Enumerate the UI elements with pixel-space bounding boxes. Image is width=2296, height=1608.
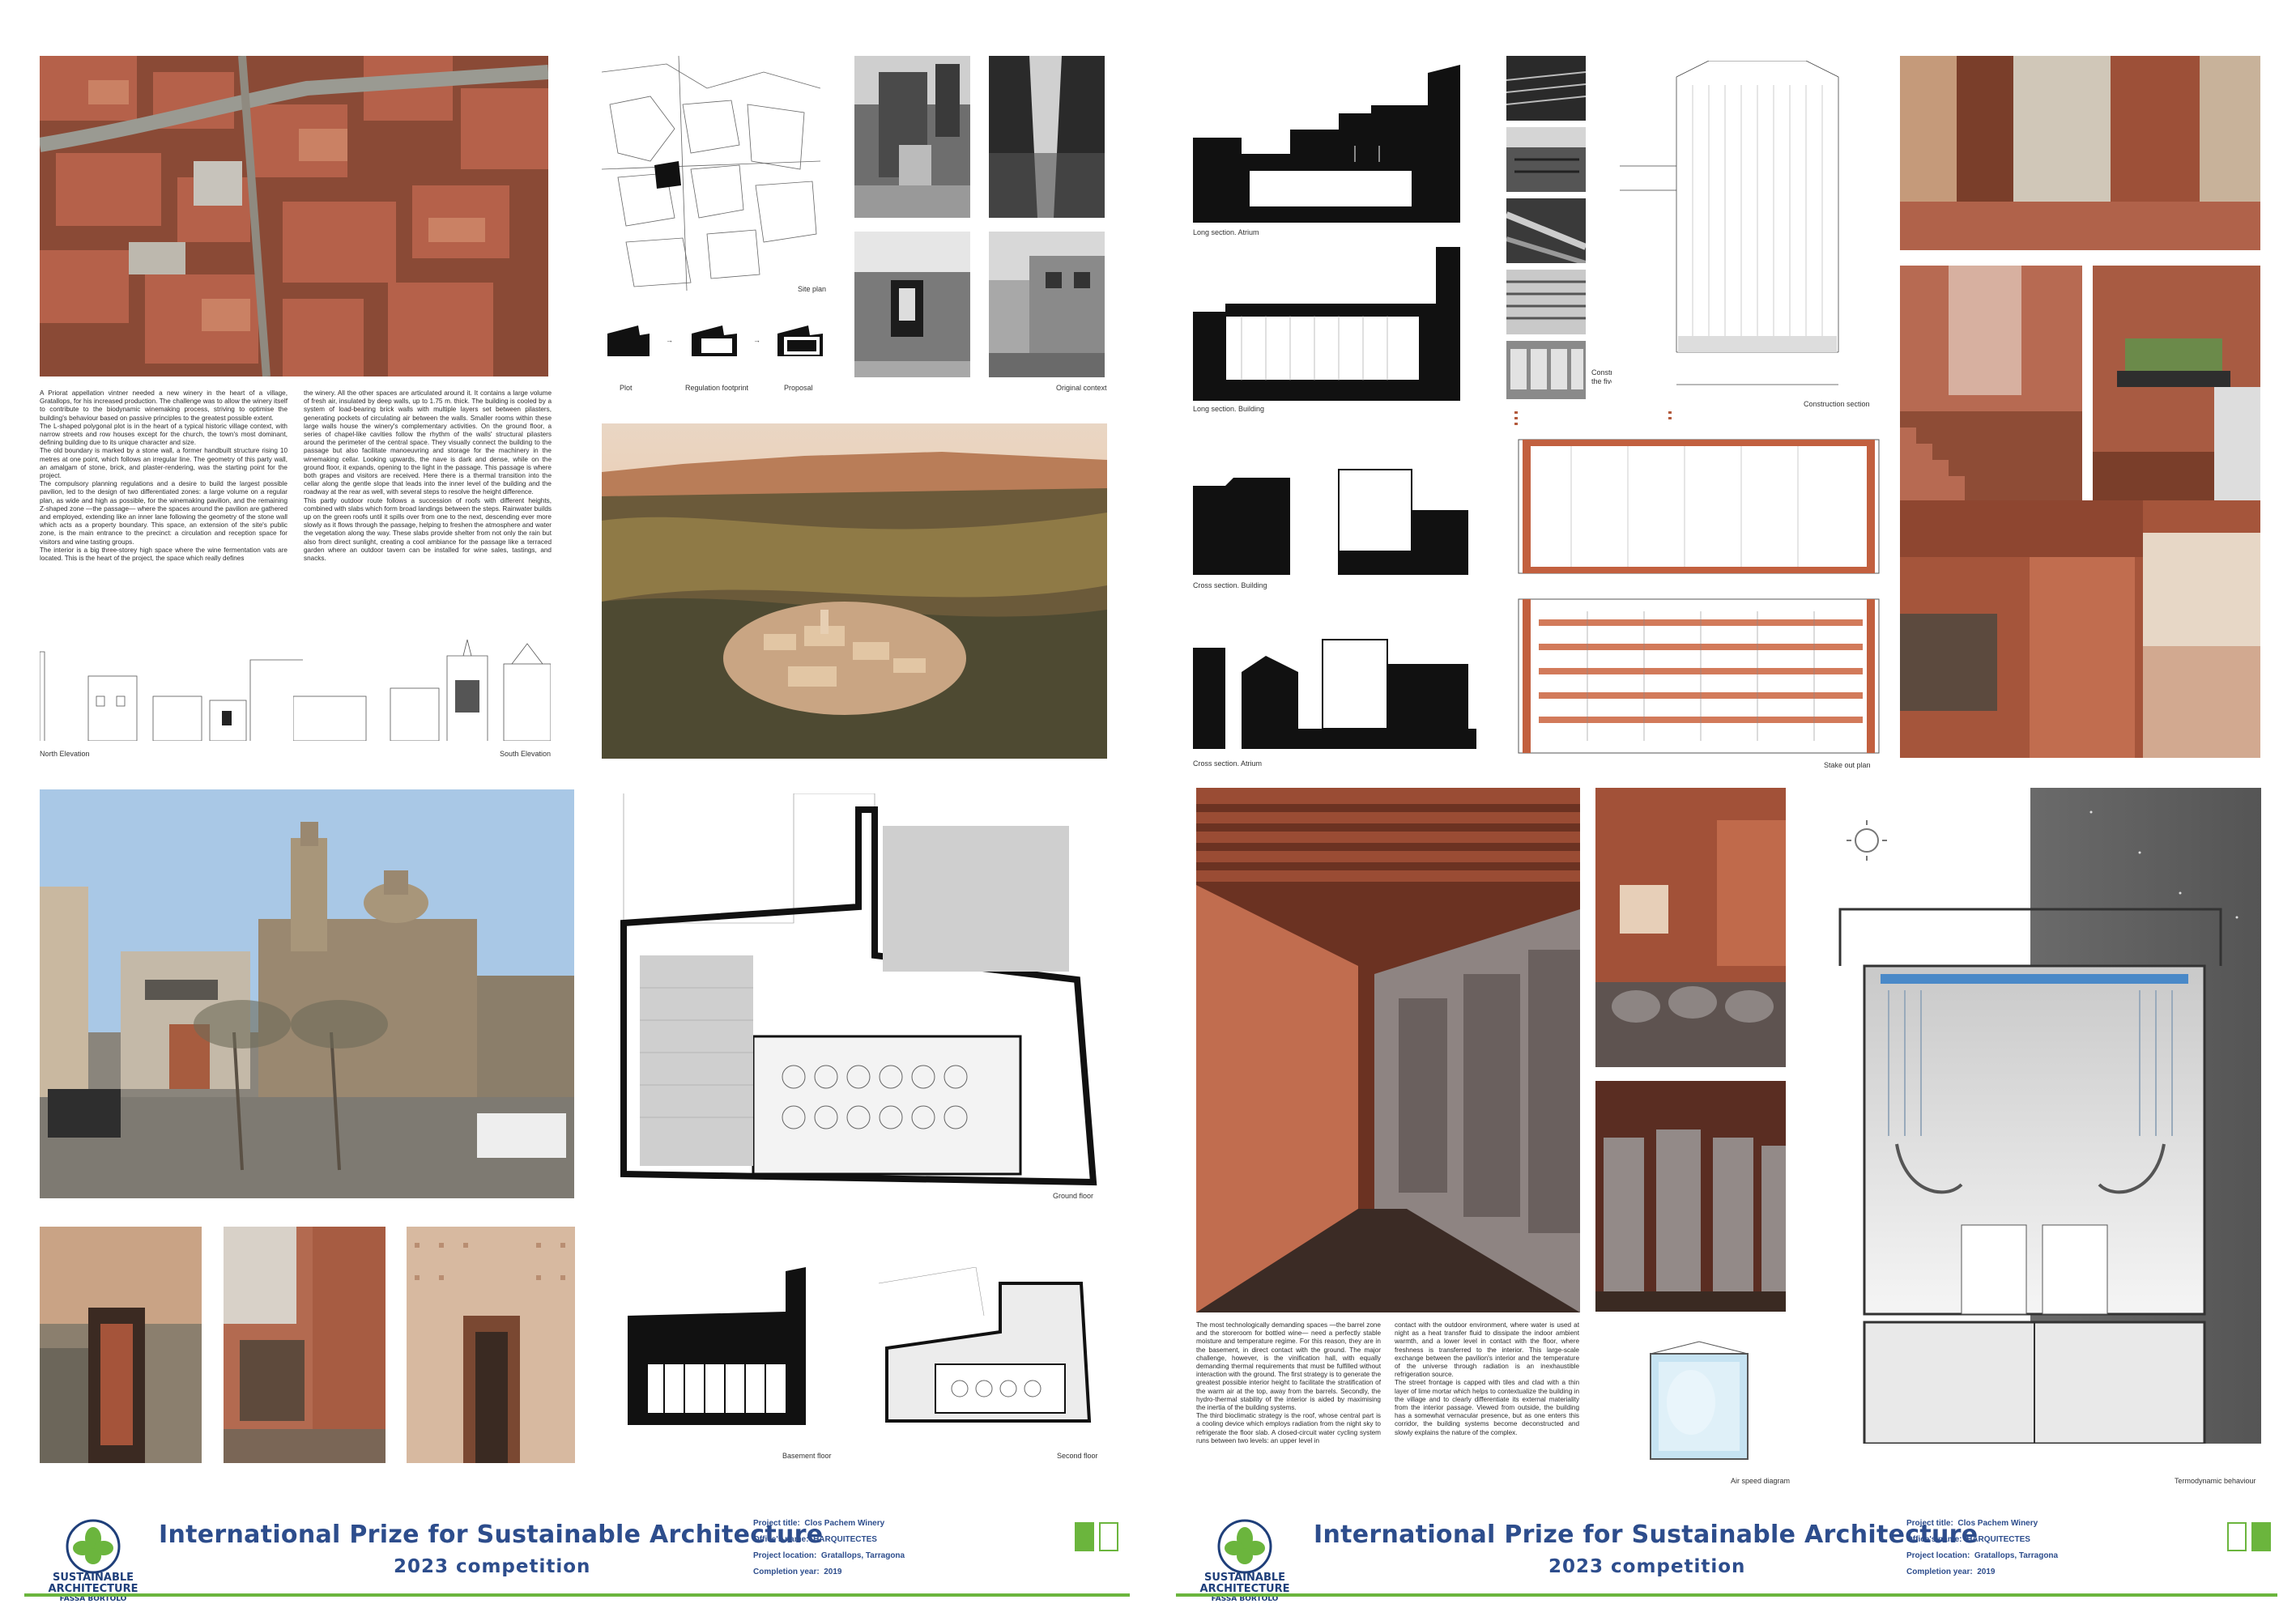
intro-text-col1: A Priorat appellation vintner needed a n… — [40, 389, 288, 563]
stake-out-plan-1 — [1506, 407, 1883, 581]
caption-air-speed: Air speed diagram — [1731, 1477, 1791, 1485]
green-square-filled-left — [1075, 1522, 1094, 1551]
caption-long-section-atrium: Long section. Atrium — [1193, 228, 1259, 236]
green-square-outline-left — [1099, 1522, 1118, 1551]
construction-photo-1 — [1506, 56, 1586, 121]
cross-section-building — [1193, 453, 1476, 575]
plot-diagram — [606, 324, 651, 358]
footer-rule-right — [1176, 1593, 2277, 1597]
site-plan-drawing — [602, 56, 820, 291]
aerial-village-photo — [40, 56, 548, 376]
project-meta-right: Project title: Clos Pachem Winery Office… — [1906, 1516, 2058, 1580]
label-office-left: Office's name: — [753, 1535, 809, 1544]
construction-photo-5 — [1506, 341, 1586, 399]
cross-section-atrium — [1193, 632, 1476, 749]
second-floor-plan — [879, 1267, 1093, 1429]
context-photo-2 — [989, 56, 1105, 218]
regulation-diagram — [690, 324, 739, 358]
construction-photo-4 — [1506, 270, 1586, 334]
interior-photo-stairs — [1900, 266, 2082, 500]
facade-photo-3 — [407, 1227, 575, 1463]
label-location-right: Project location: — [1906, 1551, 1970, 1560]
value-year-left: 2019 — [824, 1568, 842, 1576]
value-year-right: 2019 — [1977, 1568, 1996, 1576]
value-office-right: HARQUITECTES — [1966, 1535, 2030, 1544]
label-project-title-right: Project title: — [1906, 1519, 1953, 1528]
value-location-right: Gratallops, Tarragona — [1974, 1551, 2059, 1560]
caption-cross-section-building: Cross section. Building — [1193, 581, 1267, 589]
intro-text-col2: the winery. All the other spaces are art… — [304, 389, 552, 563]
caption-south-elevation: South Elevation — [500, 750, 552, 758]
interior-photo-atrium — [1900, 56, 2260, 250]
thermodynamic-diagram — [1800, 788, 2261, 1472]
logo-left-line1: SUSTAINABLE — [52, 1572, 134, 1584]
caption-proposal: Proposal — [784, 384, 813, 392]
context-photo-1 — [854, 56, 970, 218]
vat-corridor-photo — [1196, 788, 1580, 1312]
value-office-left: HARQUITECTES — [813, 1535, 877, 1544]
street-church-photo — [40, 789, 574, 1198]
caption-plot: Plot — [620, 384, 633, 392]
vat-lower-photo — [1595, 1081, 1786, 1312]
label-project-title-left: Project title: — [753, 1519, 800, 1528]
sunset-aerial-photo — [602, 423, 1107, 759]
interior-photo-passage — [2093, 266, 2260, 500]
caption-thermodynamic: Termodynamic behaviour — [2175, 1477, 2256, 1485]
caption-basement-floor: Basement floor — [782, 1452, 832, 1460]
label-location-left: Project location: — [753, 1551, 817, 1560]
stake-out-plan-2 — [1506, 595, 1883, 757]
green-square-filled-right — [2251, 1522, 2271, 1551]
sustainability-text-col2: contact with the outdoor environment, wh… — [1395, 1321, 1579, 1436]
basement-floor-plan — [624, 1267, 810, 1429]
context-photo-4 — [989, 232, 1105, 377]
long-section-atrium — [1193, 65, 1476, 223]
interior-photo-cellar — [1900, 500, 2260, 758]
value-project-title-left: Clos Pachem Winery — [804, 1519, 885, 1528]
facade-photo-1 — [40, 1227, 202, 1463]
caption-original-context: Original context — [1056, 384, 1107, 392]
footer-subtitle-left: 2023 competition — [394, 1556, 591, 1577]
caption-ground-floor: Ground floor — [1053, 1192, 1094, 1200]
footer-title-left: International Prize for Sustainable Arch… — [159, 1521, 824, 1549]
project-meta-left: Project title: Clos Pachem Winery Office… — [753, 1516, 905, 1580]
air-speed-diagram — [1634, 1338, 1764, 1467]
construction-photo-2 — [1506, 127, 1586, 192]
sustainability-text-col1: The most technologically demanding space… — [1196, 1321, 1381, 1444]
footer-title-right: International Prize for Sustainable Arch… — [1314, 1521, 1979, 1549]
caption-cross-section-atrium: Cross section. Atrium — [1193, 759, 1263, 768]
construction-section-drawing — [1612, 61, 1879, 397]
context-photo-3 — [854, 232, 970, 377]
caption-second-floor: Second floor — [1057, 1452, 1098, 1460]
caption-long-section-building: Long section. Building — [1193, 405, 1265, 413]
caption-site-plan: Site plan — [798, 285, 827, 293]
vat-upper-photo — [1595, 788, 1786, 1067]
label-office-right: Office's name: — [1906, 1535, 1962, 1544]
construction-photo-3 — [1506, 198, 1586, 263]
north-elevation-drawing — [40, 640, 303, 741]
label-year-left: Completion year: — [753, 1568, 820, 1576]
footer-subtitle-right: 2023 competition — [1548, 1556, 1746, 1577]
green-square-outline-right — [2227, 1522, 2247, 1551]
arrow-1: → — [666, 336, 673, 344]
value-location-left: Gratallops, Tarragona — [820, 1551, 905, 1560]
facade-photo-2 — [224, 1227, 386, 1463]
label-year-right: Completion year: — [1906, 1568, 1973, 1576]
long-section-building — [1193, 247, 1476, 401]
arrow-2: → — [753, 336, 760, 344]
value-project-title-right: Clos Pachem Winery — [1957, 1519, 2038, 1528]
logo-right-line1: SUSTAINABLE — [1203, 1572, 1286, 1584]
caption-north-elevation: North Elevation — [40, 750, 90, 758]
south-elevation-drawing — [293, 632, 551, 741]
footer-rule-left — [24, 1593, 1130, 1597]
caption-regulation: Regulation footprint — [685, 384, 749, 392]
ground-floor-plan — [591, 793, 1110, 1194]
proposal-diagram — [776, 324, 824, 358]
caption-stake-out-plan: Stake out plan — [1824, 761, 1871, 769]
